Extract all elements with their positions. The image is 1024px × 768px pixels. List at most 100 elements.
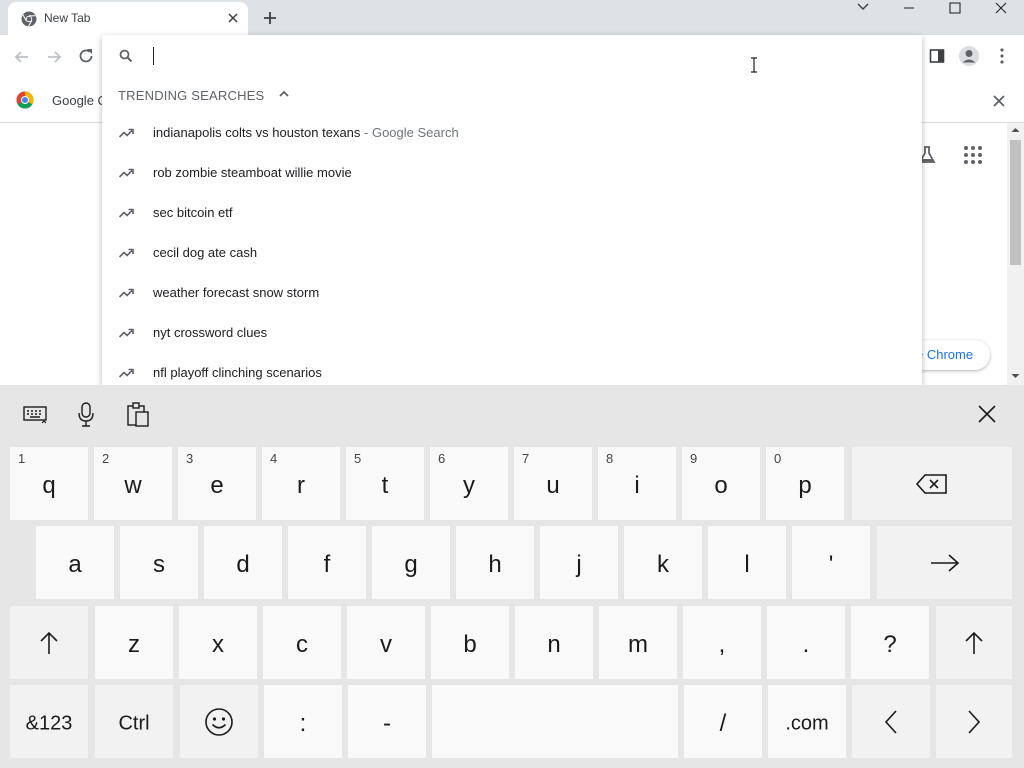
key-label: /	[719, 709, 727, 737]
enter-key[interactable]	[877, 526, 1012, 599]
bookmark-label[interactable]: Google C	[52, 93, 107, 108]
key-q[interactable]: 1q	[10, 447, 88, 520]
key-dotcom[interactable]: .com	[768, 685, 846, 758]
key-label: c	[296, 630, 308, 658]
suggestion-row[interactable]: weather forecast snow storm	[102, 273, 922, 313]
tab-new-tab[interactable]: New Tab	[8, 2, 248, 35]
text-cursor[interactable]	[153, 47, 154, 65]
key-j[interactable]: j	[540, 526, 618, 599]
cursor-right-key[interactable]	[936, 685, 1012, 758]
cursor-left-key[interactable]	[852, 685, 930, 758]
key-h[interactable]: h	[456, 526, 534, 599]
shift-arrow-icon	[40, 631, 58, 654]
key-label: o	[714, 471, 728, 499]
key-e[interactable]: 3e	[178, 447, 256, 520]
search-icon	[119, 49, 133, 63]
chevron-up-icon[interactable]	[277, 87, 291, 101]
chevron-left-icon	[884, 709, 897, 734]
key-comma[interactable]: ,	[683, 606, 761, 679]
suggestion-text: nfl playoff clinching scenarios	[153, 365, 322, 380]
maximize-icon[interactable]	[932, 0, 978, 18]
key-z[interactable]: z	[95, 606, 173, 679]
key-i[interactable]: 8i	[598, 447, 676, 520]
key-question[interactable]: ?	[851, 606, 929, 679]
suggestion-text: indianapolis colts vs houston texans - G…	[153, 125, 459, 140]
reload-icon[interactable]	[76, 46, 96, 66]
key-f[interactable]: f	[288, 526, 366, 599]
close-bar-icon[interactable]	[990, 92, 1008, 110]
page-scrollbar-thumb[interactable]	[1010, 140, 1021, 265]
suggestion-row[interactable]: indianapolis colts vs houston texans - G…	[102, 113, 922, 153]
suggestion-row[interactable]: nyt crossword clues	[102, 313, 922, 353]
key-g[interactable]: g	[372, 526, 450, 599]
shift-right-key[interactable]	[936, 606, 1012, 679]
new-tab-plus-icon[interactable]	[259, 7, 281, 29]
key-label: m	[628, 630, 648, 658]
key-number-hint: 9	[690, 451, 698, 466]
key-l[interactable]: l	[708, 526, 786, 599]
key-label: :	[299, 709, 307, 737]
key-label: w	[124, 471, 142, 499]
profile-avatar-icon[interactable]	[958, 45, 980, 67]
key-c[interactable]: c	[263, 606, 341, 679]
trending-searches-header[interactable]: TRENDING SEARCHES	[118, 86, 289, 104]
microphone-icon[interactable]	[71, 399, 101, 429]
back-arrow-icon[interactable]	[12, 47, 32, 67]
side-panel-icon[interactable]	[929, 48, 945, 64]
key-m[interactable]: m	[599, 606, 677, 679]
key-y[interactable]: 6y	[430, 447, 508, 520]
scroll-down-icon[interactable]	[1010, 372, 1021, 380]
key-d[interactable]: d	[204, 526, 282, 599]
key-x[interactable]: x	[179, 606, 257, 679]
customize-chrome-button[interactable]: e Chrome	[910, 340, 990, 370]
key-o[interactable]: 9o	[682, 447, 760, 520]
minimize-icon[interactable]	[886, 0, 932, 18]
backspace-key[interactable]	[852, 447, 1012, 520]
key-number-hint: 8	[606, 451, 614, 466]
key-r[interactable]: 4r	[262, 447, 340, 520]
key-t[interactable]: 5t	[346, 447, 424, 520]
key-label: .com	[785, 711, 829, 734]
close-keyboard-icon[interactable]	[972, 399, 1002, 429]
key-colon[interactable]: :	[264, 685, 342, 758]
close-window-icon[interactable]	[978, 0, 1024, 18]
forward-arrow-icon[interactable]	[44, 47, 64, 67]
key-label: v	[380, 630, 392, 658]
suggestion-query: nyt crossword clues	[153, 325, 268, 340]
key-label: s	[153, 550, 165, 578]
shift-left-key[interactable]	[10, 606, 88, 679]
keyboard-layout-icon[interactable]	[20, 399, 50, 429]
suggestion-query: nfl playoff clinching scenarios	[153, 365, 322, 380]
suggestion-row[interactable]: rob zombie steamboat willie movie	[102, 153, 922, 193]
key-v[interactable]: v	[347, 606, 425, 679]
key-u[interactable]: 7u	[514, 447, 592, 520]
symbols-key[interactable]: &123	[10, 685, 88, 758]
key-n[interactable]: n	[515, 606, 593, 679]
suggestion-row[interactable]: sec bitcoin etf	[102, 193, 922, 233]
close-tab-icon[interactable]	[224, 9, 242, 27]
key-number-hint: 6	[438, 451, 446, 466]
key-label: q	[42, 471, 56, 499]
key-s[interactable]: s	[120, 526, 198, 599]
key-apostrophe[interactable]: '	[792, 526, 870, 599]
omnibox-dropdown[interactable]: TRENDING SEARCHES indianapolis colts vs …	[102, 35, 922, 385]
key-label: a	[68, 550, 82, 578]
scroll-up-icon[interactable]	[1010, 126, 1021, 134]
tab-search-chevron-icon[interactable]	[840, 0, 886, 18]
shift-arrow-icon	[965, 631, 983, 654]
more-menu-icon[interactable]	[994, 46, 1010, 66]
key-b[interactable]: b	[431, 606, 509, 679]
emoji-key[interactable]	[180, 685, 258, 758]
key-dash[interactable]: -	[348, 685, 426, 758]
clipboard-icon[interactable]	[123, 399, 153, 429]
key-k[interactable]: k	[624, 526, 702, 599]
key-a[interactable]: a	[36, 526, 114, 599]
key-p[interactable]: 0p	[766, 447, 844, 520]
key-w[interactable]: 2w	[94, 447, 172, 520]
key-slash[interactable]: /	[684, 685, 762, 758]
suggestion-row[interactable]: cecil dog ate cash	[102, 233, 922, 273]
space-key[interactable]	[432, 685, 678, 758]
key-period[interactable]: .	[767, 606, 845, 679]
google-apps-grid-icon[interactable]	[963, 145, 983, 165]
ctrl-key[interactable]: Ctrl	[95, 685, 173, 758]
